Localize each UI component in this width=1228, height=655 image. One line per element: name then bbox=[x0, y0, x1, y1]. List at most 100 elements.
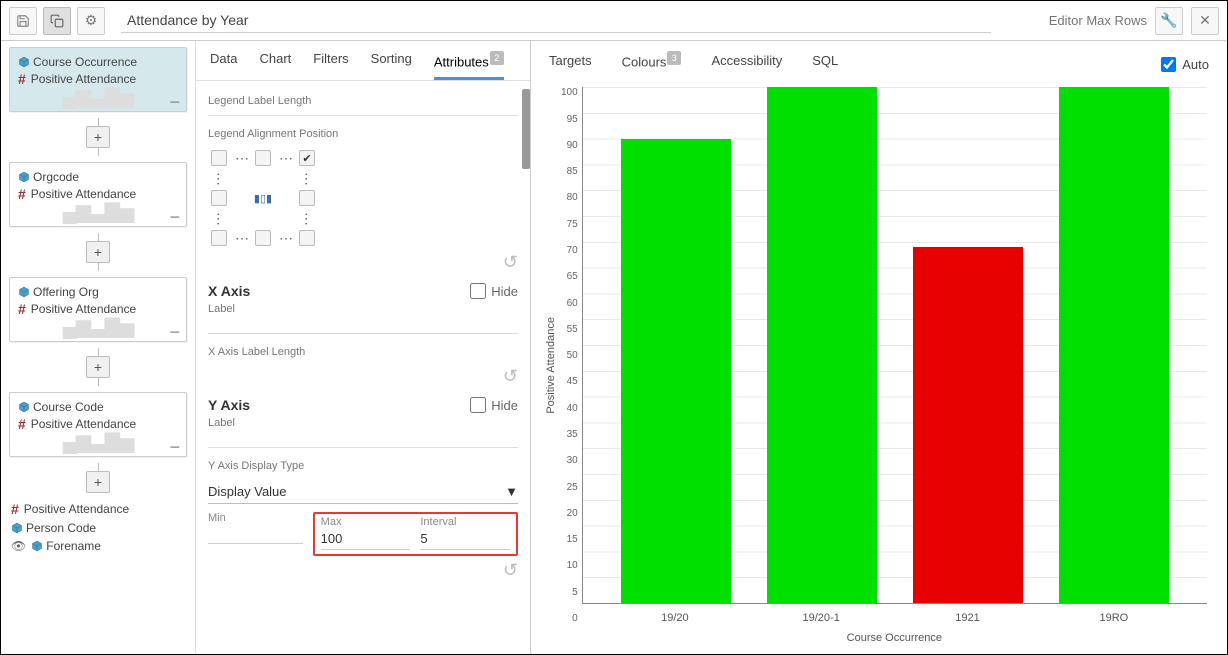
reset-x-axis-icon[interactable]: ↺ bbox=[503, 366, 518, 386]
align-mid-left[interactable] bbox=[211, 190, 227, 206]
hierarchy-card[interactable]: Course Occurrence#Positive Attendance▄▆▃… bbox=[9, 47, 187, 112]
copy-icon bbox=[50, 14, 64, 28]
tab-badge: 3 bbox=[667, 51, 681, 65]
chart-tab-targets[interactable]: Targets bbox=[549, 53, 592, 76]
y-axis-hide-checkbox[interactable]: Hide bbox=[470, 397, 518, 413]
chart-bar[interactable] bbox=[1059, 87, 1169, 603]
add-level-button[interactable]: + bbox=[86, 471, 110, 493]
chart-tab-colours[interactable]: Colours3 bbox=[622, 51, 682, 77]
cube-icon bbox=[18, 56, 28, 69]
attribute-label: Positive Attendance bbox=[24, 502, 129, 516]
x-axis-hide-checkbox[interactable]: Hide bbox=[470, 283, 518, 299]
bottom-attribute-row[interactable]: 👁 Forename bbox=[11, 537, 185, 555]
align-dots: ⋯ bbox=[279, 150, 291, 167]
y-tick-label: 55 bbox=[561, 324, 578, 335]
gear-icon: ⚙ bbox=[85, 12, 98, 29]
y-tick-label: 35 bbox=[561, 429, 578, 440]
align-dots: ⋯ bbox=[235, 150, 247, 167]
align-bot-left[interactable] bbox=[211, 230, 227, 246]
chart-title-input[interactable] bbox=[121, 8, 991, 33]
y-tick-label: 60 bbox=[561, 298, 578, 309]
dimension-label: Orgcode bbox=[33, 170, 79, 184]
chart-bar[interactable] bbox=[767, 87, 877, 603]
align-dots: ⋯ bbox=[279, 230, 291, 247]
auto-checkbox[interactable]: Auto bbox=[1161, 57, 1209, 72]
wrench-icon-button[interactable]: 🔧 bbox=[1155, 7, 1183, 35]
collapse-button[interactable]: − bbox=[169, 441, 180, 453]
config-panel: Data Chart Filters Sorting Attributes2 Legen… bbox=[196, 41, 531, 654]
close-icon-button[interactable]: ✕ bbox=[1191, 7, 1219, 35]
y-axis-label: Positive Attendance bbox=[541, 87, 561, 644]
hide-label: Hide bbox=[491, 398, 518, 413]
cube-icon bbox=[18, 286, 28, 299]
hierarchy-card[interactable]: Course Code#Positive Attendance▄▆▃▇▅− bbox=[9, 392, 187, 457]
collapse-button[interactable]: − bbox=[169, 211, 180, 223]
config-tab-chart[interactable]: Chart bbox=[259, 51, 291, 80]
collapse-button[interactable]: − bbox=[169, 96, 180, 108]
y-axis-section-title: Y Axis bbox=[208, 397, 250, 413]
legend-alignment-grid: ⋯ ⋯ ⋯ ⋯ ▮▯▮ ⋯ ⋯ ⋯ ⋯ bbox=[208, 148, 338, 248]
config-tab-filters[interactable]: Filters bbox=[313, 51, 348, 80]
y-max-label: Max bbox=[321, 516, 411, 528]
hierarchy-card[interactable]: Orgcode#Positive Attendance▄▆▃▇▅− bbox=[9, 162, 187, 227]
cube-icon bbox=[31, 540, 41, 553]
copy-icon-button[interactable] bbox=[43, 7, 71, 35]
hierarchy-card[interactable]: Offering Org#Positive Attendance▄▆▃▇▅− bbox=[9, 277, 187, 342]
chart-faded-icon: ▄▆▃▇▅ bbox=[18, 199, 178, 224]
select-value: Display Value bbox=[208, 484, 287, 499]
legend-label-length-label: Legend Label Length bbox=[208, 95, 518, 107]
x-axis-section-title: X Axis bbox=[208, 283, 250, 299]
y-tick-label: 0 bbox=[561, 613, 578, 624]
add-level-button[interactable]: + bbox=[86, 356, 110, 378]
y-tick-label: 5 bbox=[561, 587, 578, 598]
x-tick-label: 19RO bbox=[1059, 612, 1169, 624]
collapse-button[interactable]: − bbox=[169, 326, 180, 338]
add-level-button[interactable]: + bbox=[86, 126, 110, 148]
y-axis-display-type-label: Y Axis Display Type bbox=[208, 460, 518, 472]
cube-icon bbox=[11, 522, 21, 535]
chart-tab-accessibility[interactable]: Accessibility bbox=[711, 53, 782, 76]
settings-icon-button[interactable]: ⚙ bbox=[77, 7, 105, 35]
bottom-attribute-row[interactable]: Person Code bbox=[11, 519, 185, 537]
align-top-center[interactable] bbox=[255, 150, 271, 166]
eye-icon: 👁 bbox=[11, 539, 26, 553]
align-top-right[interactable] bbox=[299, 150, 315, 166]
attribute-label: Forename bbox=[46, 539, 101, 553]
reset-y-axis-icon[interactable]: ↺ bbox=[503, 560, 518, 580]
y-tick-label: 30 bbox=[561, 455, 578, 466]
y-axis-display-type-select[interactable]: Display Value ▼ bbox=[208, 480, 518, 504]
chart-bar[interactable] bbox=[621, 139, 731, 603]
x-tick-label: 19/20 bbox=[620, 612, 730, 624]
chevron-down-icon: ▼ bbox=[505, 484, 518, 499]
add-level-button[interactable]: + bbox=[86, 241, 110, 263]
y-tick-label: 50 bbox=[561, 350, 578, 361]
y-min-label: Min bbox=[208, 512, 303, 524]
tab-badge: 2 bbox=[490, 51, 504, 65]
editor-max-rows-input[interactable] bbox=[1007, 13, 1147, 28]
y-tick-label: 45 bbox=[561, 376, 578, 387]
align-top-left[interactable] bbox=[211, 150, 227, 166]
align-mid-right[interactable] bbox=[299, 190, 315, 206]
y-tick-label: 40 bbox=[561, 403, 578, 414]
x-axis-label-length-label: X Axis Label Length bbox=[208, 346, 518, 358]
align-bot-center[interactable] bbox=[255, 230, 271, 246]
config-tab-attributes[interactable]: Attributes2 bbox=[434, 51, 504, 80]
hash-icon: # bbox=[18, 301, 26, 317]
config-scrollbar[interactable] bbox=[522, 89, 530, 169]
y-interval-input[interactable]: 5 bbox=[420, 528, 510, 550]
y-min-input[interactable] bbox=[208, 524, 303, 544]
chart-tab-sql[interactable]: SQL bbox=[812, 53, 838, 76]
chart-faded-icon: ▄▆▃▇▅ bbox=[18, 429, 178, 454]
config-tab-data[interactable]: Data bbox=[210, 51, 237, 80]
bottom-attribute-row[interactable]: #Positive Attendance bbox=[11, 499, 185, 519]
y-tick-label: 90 bbox=[561, 140, 578, 151]
y-max-input[interactable]: 100 bbox=[321, 528, 411, 550]
y-tick-label: 25 bbox=[561, 482, 578, 493]
chart-faded-icon: ▄▆▃▇▅ bbox=[18, 314, 178, 339]
chart-bar[interactable] bbox=[913, 247, 1023, 603]
save-icon-button[interactable] bbox=[9, 7, 37, 35]
align-dots: ⋯ bbox=[211, 212, 227, 224]
config-tab-sorting[interactable]: Sorting bbox=[371, 51, 412, 80]
reset-legend-icon[interactable]: ↺ bbox=[503, 252, 518, 272]
align-bot-right[interactable] bbox=[299, 230, 315, 246]
